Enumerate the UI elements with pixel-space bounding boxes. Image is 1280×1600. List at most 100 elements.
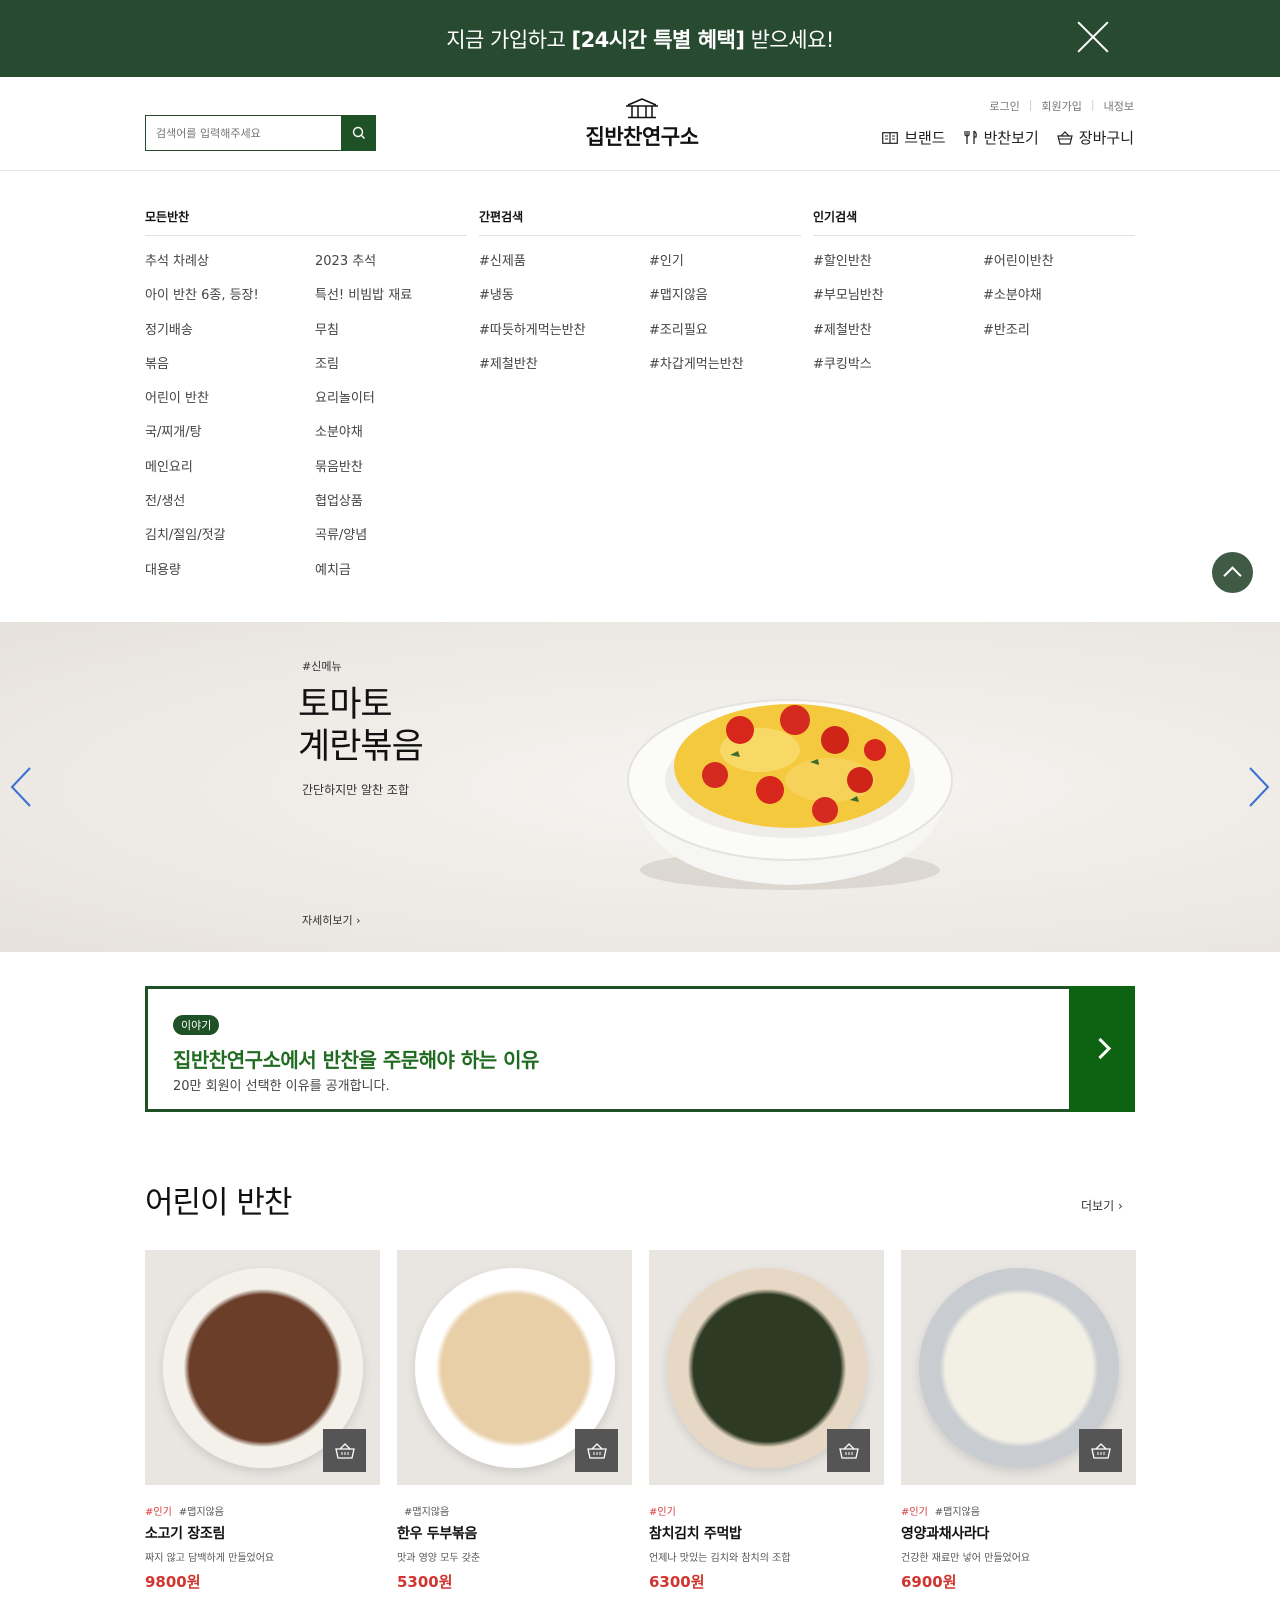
add-to-cart-button[interactable] bbox=[323, 1429, 366, 1472]
book-icon bbox=[882, 131, 899, 144]
product-name[interactable]: 영양과채사라다 bbox=[901, 1523, 1136, 1543]
menu-link[interactable]: 추석 차례상 bbox=[145, 253, 259, 287]
close-icon[interactable] bbox=[1076, 20, 1110, 54]
search-box bbox=[145, 115, 376, 151]
product-card[interactable]: #맵지않음 한우 두부볶음 맛과 영양 모두 갖춘 5300원 bbox=[397, 1250, 632, 1592]
menu-quick-search: 간편검색 #신제품 #냉동 #따듯하게먹는반찬 #제철반찬 #인기 #맵지않음 #조리필요… bbox=[479, 208, 801, 372]
menu-link[interactable]: 특선! 비빔밥 재료 bbox=[315, 287, 412, 321]
menu-link[interactable]: 전/생선 bbox=[145, 493, 259, 527]
chevron-left-icon[interactable] bbox=[6, 762, 36, 812]
food-plate-image bbox=[627, 699, 953, 890]
add-to-cart-button[interactable] bbox=[575, 1429, 618, 1472]
menu-link[interactable]: #소분야채 bbox=[983, 287, 1054, 321]
menu-link[interactable]: 무침 bbox=[315, 322, 412, 356]
section-title: 어린이 반찬 bbox=[145, 1185, 292, 1221]
menu-link[interactable]: 김치/절임/젓갈 bbox=[145, 527, 259, 561]
product-card[interactable]: #인기 참치김치 주먹밥 언제나 맛있는 김치와 참치의 조합 6300원 bbox=[649, 1250, 884, 1592]
menu-link[interactable]: #부모님반찬 bbox=[813, 287, 884, 321]
util-links: 로그인 | 회원가입 | 내정보 bbox=[989, 98, 1134, 114]
basket-icon bbox=[334, 1442, 355, 1459]
menu-link[interactable]: 정기배송 bbox=[145, 322, 259, 356]
menu-link[interactable]: 묶음반찬 bbox=[315, 459, 412, 493]
menu-link[interactable]: 볶음 bbox=[145, 356, 259, 390]
product-card[interactable]: #인기 #맵지않음 소고기 장조림 짜지 않고 담백하게 만들었어요 9800원 bbox=[145, 1250, 380, 1592]
product-image[interactable] bbox=[397, 1250, 632, 1485]
menu-link[interactable]: 2023 추석 bbox=[315, 253, 412, 287]
section-more-link[interactable]: 더보기 › bbox=[1081, 1197, 1123, 1214]
product-tags: #인기 #맵지않음 bbox=[145, 1503, 380, 1518]
hero-more-link[interactable]: 자세히보기 › bbox=[302, 912, 361, 928]
menu-link[interactable]: #어린이반찬 bbox=[983, 253, 1054, 287]
product-name[interactable]: 참치김치 주먹밥 bbox=[649, 1523, 884, 1543]
logo-text: 집반찬연구소 bbox=[585, 125, 699, 149]
menu-link[interactable]: 예치금 bbox=[315, 562, 412, 596]
menu-link[interactable]: #신제품 bbox=[479, 253, 586, 287]
menu-link[interactable]: 협업상품 bbox=[315, 493, 412, 527]
menu-link[interactable]: #제철반찬 bbox=[813, 322, 884, 356]
story-arrow-button[interactable] bbox=[1069, 986, 1135, 1112]
menu-link[interactable]: #쿠킹박스 bbox=[813, 356, 884, 390]
signup-link[interactable]: 회원가입 bbox=[1041, 98, 1081, 114]
menu-link[interactable]: 메인요리 bbox=[145, 459, 259, 493]
menu-link[interactable]: #따듯하게먹는반찬 bbox=[479, 322, 586, 356]
product-image[interactable] bbox=[145, 1250, 380, 1485]
product-image[interactable] bbox=[901, 1250, 1136, 1485]
mypage-link[interactable]: 내정보 bbox=[1104, 98, 1134, 114]
product-description: 언제나 맛있는 김치와 참치의 조합 bbox=[649, 1553, 791, 1564]
hero-subtitle: 간단하지만 알찬 조합 bbox=[302, 783, 409, 797]
tag-popular[interactable]: #인기 bbox=[901, 1507, 928, 1518]
tag-popular[interactable]: #인기 bbox=[145, 1507, 172, 1518]
menu-link[interactable]: #인기 bbox=[649, 253, 744, 287]
basket-icon bbox=[586, 1442, 607, 1459]
product-image[interactable] bbox=[649, 1250, 884, 1485]
divider: | bbox=[1090, 98, 1095, 111]
product-tags: #인기 bbox=[649, 1503, 884, 1518]
story-subtitle: 20만 회원이 선택한 이유를 공개합니다. bbox=[173, 1079, 390, 1094]
product-price: 6900원 bbox=[901, 1573, 957, 1591]
menu-link[interactable]: 곡류/양념 bbox=[315, 527, 412, 561]
menu-link[interactable]: 요리놀이터 bbox=[315, 390, 412, 424]
menu-link[interactable]: #냉동 bbox=[479, 287, 586, 321]
scroll-top-button[interactable] bbox=[1212, 552, 1253, 593]
menu-link[interactable]: #맵지않음 bbox=[649, 287, 744, 321]
login-link[interactable]: 로그인 bbox=[989, 98, 1019, 114]
menu-all-banchan: 모든반찬 추석 차례상 아이 반찬 6종, 등장! 정기배송 볶음 어린이 반찬 국/찌개… bbox=[145, 208, 467, 578]
search-input[interactable] bbox=[145, 115, 341, 151]
product-name[interactable]: 소고기 장조림 bbox=[145, 1523, 380, 1543]
add-to-cart-button[interactable] bbox=[827, 1429, 870, 1472]
nav-brand[interactable]: 브랜드 bbox=[882, 127, 946, 148]
chevron-right-icon[interactable] bbox=[1244, 762, 1274, 812]
add-to-cart-button[interactable] bbox=[1079, 1429, 1122, 1472]
menu-link[interactable]: 어린이 반찬 bbox=[145, 390, 259, 424]
tag-not-spicy[interactable]: #맵지않음 bbox=[179, 1507, 224, 1518]
menu-link[interactable]: #조리필요 bbox=[649, 322, 744, 356]
hero-slider: #신메뉴 토마토 계란볶음 간단하지만 알찬 조합 자세히보기 › bbox=[0, 622, 1280, 952]
menu-link[interactable]: 소분야채 bbox=[315, 424, 412, 458]
menu-link[interactable]: 대용량 bbox=[145, 562, 259, 596]
tag-popular[interactable]: #인기 bbox=[649, 1507, 676, 1518]
menu-link[interactable]: 조림 bbox=[315, 356, 412, 390]
promo-text: 지금 가입하고 [24시간 특별 혜택] 받으세요! bbox=[446, 27, 834, 52]
tag-not-spicy[interactable]: #맵지않음 bbox=[935, 1507, 980, 1518]
menu-link[interactable]: 아이 반찬 6종, 등장! bbox=[145, 287, 259, 321]
product-card[interactable]: #인기 #맵지않음영양과채사라다건강한 재료만 넣어 만들었어요 6900원 bbox=[901, 1250, 1136, 1592]
menu-title: 인기검색 bbox=[813, 208, 1135, 236]
chevron-right-icon: › bbox=[1117, 1199, 1123, 1213]
basket-icon bbox=[1090, 1442, 1111, 1459]
tag-not-spicy[interactable]: #맵지않음 bbox=[404, 1507, 449, 1518]
menu-link[interactable]: #반조리 bbox=[983, 322, 1054, 356]
product-price: 9800원 bbox=[145, 1573, 201, 1591]
menu-link[interactable]: #할인반찬 bbox=[813, 253, 884, 287]
menu-link[interactable]: #제철반찬 bbox=[479, 356, 586, 390]
menu-link[interactable]: #차갑게먹는반찬 bbox=[649, 356, 744, 390]
nav-banchan[interactable]: 반찬보기 bbox=[963, 127, 1039, 148]
product-description: 건강한 재료만 넣어 만들었어요 bbox=[901, 1553, 1031, 1564]
chevron-right-icon: › bbox=[356, 914, 361, 927]
promo-banner: 지금 가입하고 [24시간 특별 혜택] 받으세요! bbox=[0, 0, 1280, 77]
search-button[interactable] bbox=[341, 115, 376, 151]
nav-cart[interactable]: 장바구니 bbox=[1057, 127, 1134, 148]
menu-link[interactable]: 국/찌개/탕 bbox=[145, 424, 259, 458]
site-logo[interactable]: 집반찬연구소 bbox=[572, 97, 712, 151]
product-name[interactable]: 한우 두부볶음 bbox=[397, 1523, 632, 1543]
story-banner[interactable]: 이야기 집반찬연구소에서 반찬을 주문해야 하는 이유 20만 회원이 선택한 … bbox=[145, 986, 1135, 1112]
